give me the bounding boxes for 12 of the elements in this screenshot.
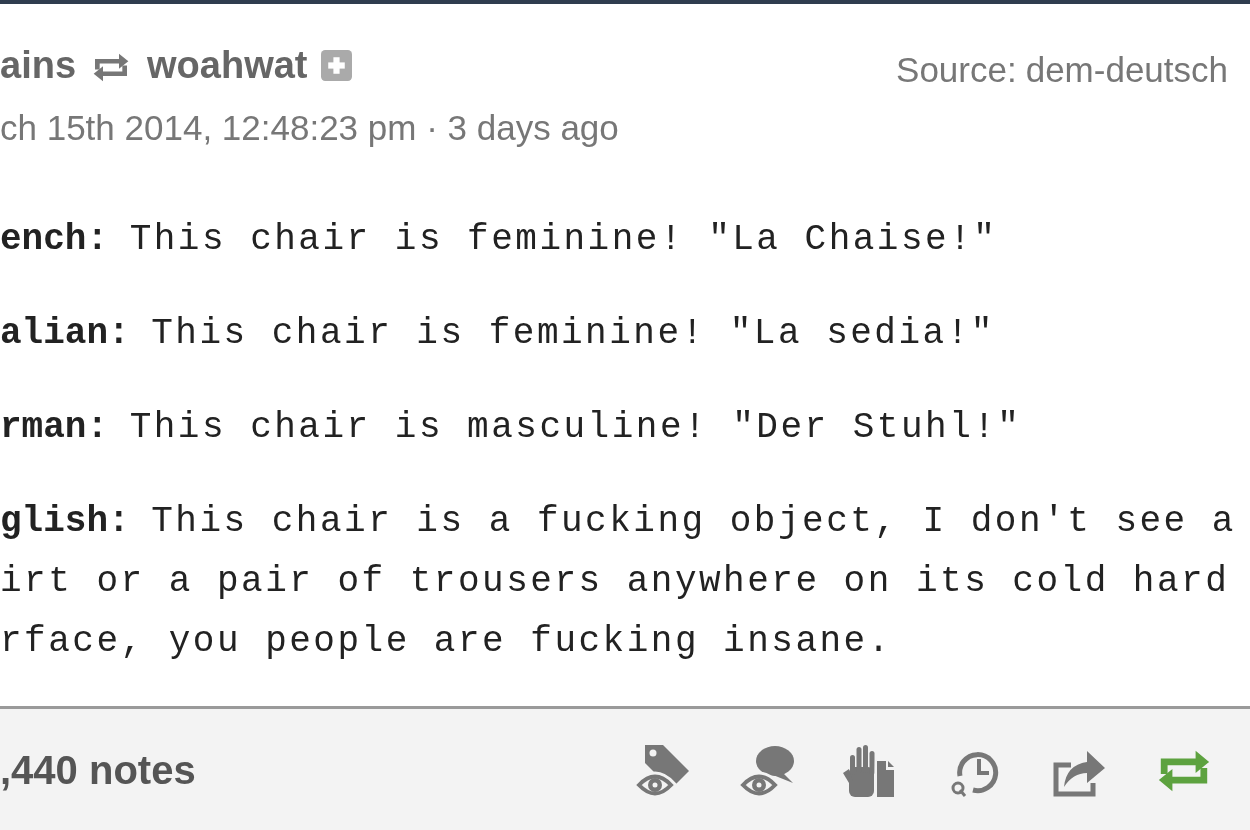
notes-link[interactable]: ,440 notes [0,748,196,793]
blog-name-link[interactable]: ains [0,43,77,87]
blog-name-link[interactable]: woahwat [147,43,308,87]
dialogue-paragraph: alian: This chair is feminine! "La sedia!" [0,312,996,356]
source-link[interactable]: dem-deutsch [1025,48,1228,92]
dialogue-paragraph: rman: This chair is masculine! "Der Stuhl!" [0,406,1023,450]
eye-tag-icon[interactable] [635,742,691,799]
source-label: Source: [896,49,1017,91]
dialogue-paragraph: ench: This chair is feminine! "La Chaise!" [0,218,999,262]
post-timestamp: ch 15th 2014, 12:48:23 pm · 3 days ago [0,107,619,149]
dialogue-paragraph: glish: This chair is a fucking object, I don't see a irt or a pair of trousers anywhere on its cold hard rface, you people are fucking insane. [0,500,1237,664]
plus-icon[interactable] [320,49,352,81]
